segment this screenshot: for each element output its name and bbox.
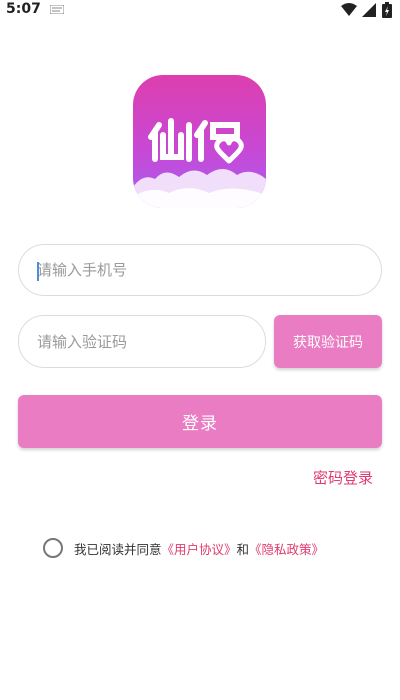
login-screen: 5:07 请输入手机号 请输入验证码 获取验证码 登录 密码登录 我已阅读并同意…	[0, 0, 400, 700]
user-agreement-link[interactable]: 《用户协议》	[162, 539, 237, 558]
status-bar: 5:07	[0, 0, 400, 22]
notification-icon	[50, 5, 64, 14]
wifi-icon	[341, 3, 357, 16]
password-login-link[interactable]: 密码登录	[313, 467, 373, 488]
phone-field[interactable]	[18, 244, 382, 296]
text-cursor	[37, 262, 39, 281]
agreement-and: 和	[236, 541, 250, 557]
code-field[interactable]	[18, 315, 266, 368]
signal-icon	[362, 3, 376, 17]
privacy-policy-link[interactable]: 《隐私政策》	[249, 539, 324, 558]
logo-graphic	[133, 118, 266, 208]
app-logo	[133, 75, 266, 208]
phone-input[interactable]	[37, 245, 363, 295]
agree-radio[interactable]	[43, 538, 63, 558]
verification-code-input[interactable]	[37, 316, 247, 367]
agreement-row: 我已阅读并同意 《用户协议》 和 《隐私政策》	[43, 537, 324, 559]
status-time: 5:07	[6, 1, 41, 17]
battery-icon	[382, 2, 392, 18]
get-code-button[interactable]: 获取验证码	[274, 315, 382, 368]
agreement-prefix: 我已阅读并同意	[74, 541, 162, 557]
login-button[interactable]: 登录	[18, 395, 382, 448]
